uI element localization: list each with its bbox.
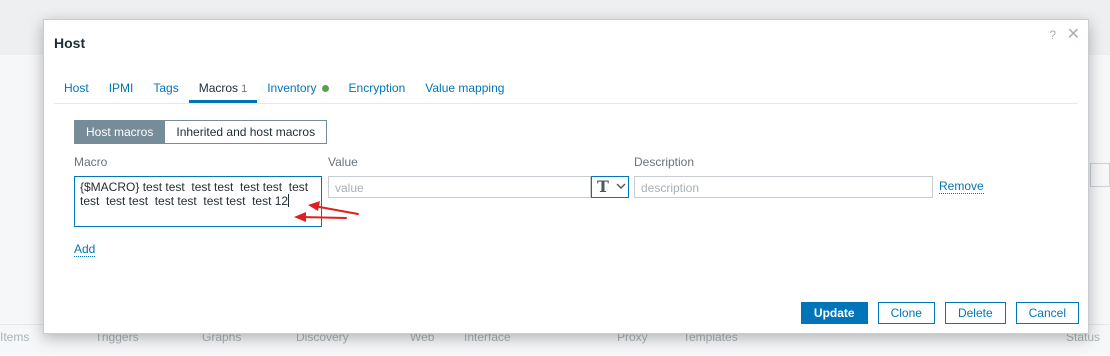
tab-tags-label: Tags xyxy=(153,81,179,95)
tab-ipmi[interactable]: IPMI xyxy=(99,75,144,103)
close-icon[interactable]: ✕ xyxy=(1067,24,1080,44)
delete-button[interactable]: Delete xyxy=(944,302,1006,324)
chevron-down-icon xyxy=(616,180,626,195)
text-type-icon: T xyxy=(597,177,609,196)
description-input[interactable]: description xyxy=(634,176,933,198)
add-link[interactable]: Add xyxy=(74,242,96,257)
tab-encryption-label: Encryption xyxy=(348,81,406,95)
update-button[interactable]: Update xyxy=(800,302,868,324)
tab-macros-label: Macros xyxy=(198,81,239,95)
tab-bar: Host IPMI Tags Macros 1 Inventory Encrypt… xyxy=(54,75,1078,104)
cancel-button[interactable]: Cancel xyxy=(1015,302,1079,324)
description-column-header: Description xyxy=(634,155,695,169)
tab-inventory[interactable]: Inventory xyxy=(257,75,338,103)
dialog-footer: Update Clone Delete Cancel xyxy=(800,302,1079,324)
value-column-header: Value xyxy=(328,155,358,169)
host-macros-button[interactable]: Host macros xyxy=(74,120,166,144)
macro-column-header: Macro xyxy=(74,155,108,169)
value-type-dropdown[interactable]: T xyxy=(591,176,629,198)
macros-form: Host macros Inherited and host macros Ma… xyxy=(54,110,1078,280)
inventory-status-dot-icon xyxy=(321,85,329,93)
macro-text: {$MACRO} test test test test test test t… xyxy=(80,180,309,208)
tab-macros-count: 1 xyxy=(241,83,248,95)
remove-link[interactable]: Remove xyxy=(939,179,984,194)
tab-value-mapping-label: Value mapping xyxy=(425,81,505,95)
inherited-macros-button[interactable]: Inherited and host macros xyxy=(165,120,328,144)
tab-inventory-label: Inventory xyxy=(267,81,317,95)
macro-textarea[interactable]: {$MACRO} test test test test test test t… xyxy=(74,176,322,227)
macros-view-switch: Host macros Inherited and host macros xyxy=(74,120,328,144)
tab-encryption[interactable]: Encryption xyxy=(339,75,416,103)
tab-host[interactable]: Host xyxy=(54,75,99,103)
tab-value-mapping[interactable]: Value mapping xyxy=(415,75,514,103)
tab-macros[interactable]: Macros 1 xyxy=(188,75,258,103)
tab-ipmi-label: IPMI xyxy=(108,81,134,95)
clone-button[interactable]: Clone xyxy=(877,302,935,324)
help-icon[interactable]: ? xyxy=(1049,28,1056,42)
value-input[interactable]: value xyxy=(328,176,591,198)
tab-host-label: Host xyxy=(64,81,89,95)
text-cursor xyxy=(288,194,290,207)
tab-tags[interactable]: Tags xyxy=(143,75,188,103)
dialog-title: Host xyxy=(54,35,86,51)
host-dialog: Host ? ✕ Host IPMI Tags Macros 1 Inventor… xyxy=(43,19,1089,334)
